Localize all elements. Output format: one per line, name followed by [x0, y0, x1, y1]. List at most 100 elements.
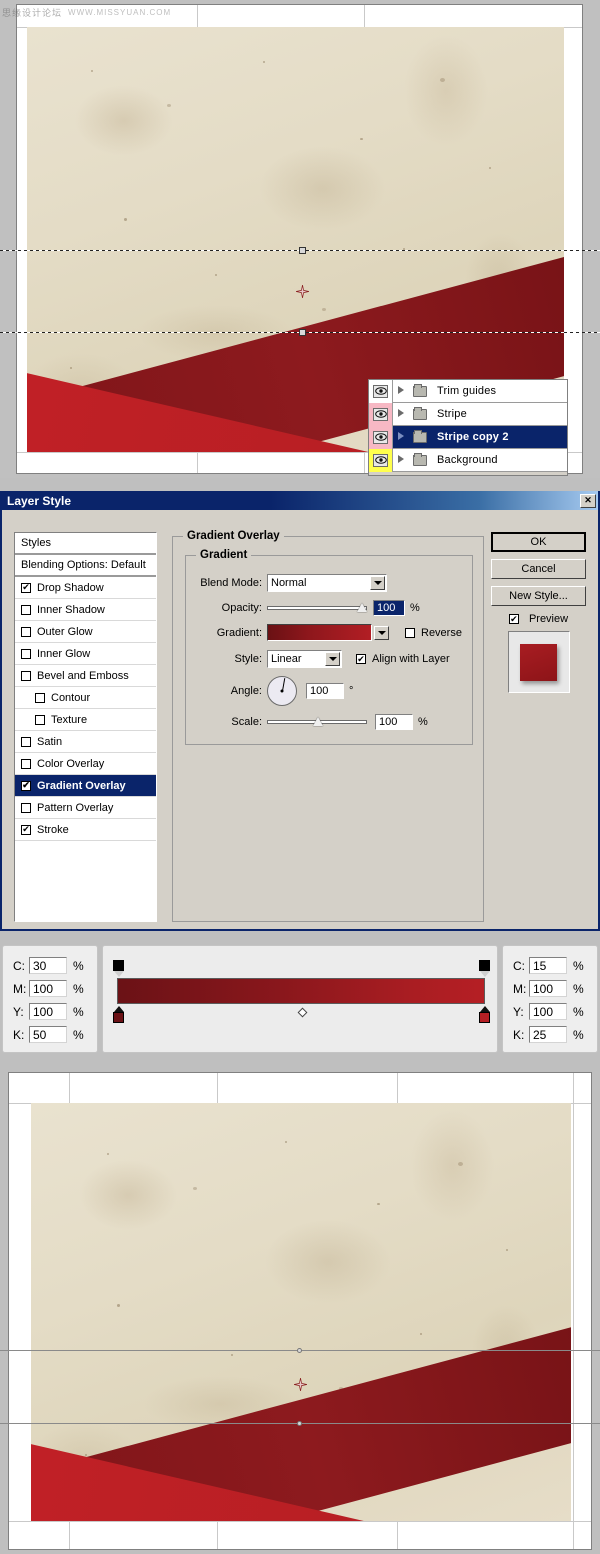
dialog-titlebar[interactable]: Layer Style ✕ [2, 491, 598, 510]
style-checkbox[interactable] [21, 604, 31, 615]
cmyk-input[interactable]: 25 [529, 1026, 567, 1043]
angle-input[interactable]: 100 [306, 683, 344, 699]
bottom-document-canvas [0, 1060, 600, 1554]
red-stripe-group [31, 1103, 571, 1521]
layer-row[interactable]: Background [369, 448, 567, 472]
gradient-editor [102, 945, 498, 1053]
gradient-group-title: Gradient [196, 549, 252, 561]
eye-icon [373, 453, 388, 467]
style-checkbox[interactable] [21, 648, 31, 659]
style-checkbox[interactable] [21, 582, 31, 593]
scale-unit: % [418, 716, 428, 728]
align-with-layer-checkbox[interactable] [356, 654, 366, 664]
style-row-inner-glow[interactable]: Inner Glow [15, 643, 156, 665]
blend-mode-select[interactable]: Normal [267, 574, 387, 592]
style-row-satin[interactable]: Satin [15, 731, 156, 753]
cmyk-input[interactable]: 100 [529, 980, 567, 997]
opacity-input[interactable]: 100 [373, 600, 405, 616]
new-style-button[interactable]: New Style... [491, 586, 586, 606]
cmyk-input[interactable]: 100 [29, 980, 67, 997]
opacity-slider[interactable] [267, 602, 367, 614]
reverse-checkbox[interactable] [405, 627, 415, 638]
transform-handle-top[interactable] [297, 1348, 302, 1353]
gradient-opacity-stop-end[interactable] [479, 960, 490, 977]
style-checkbox[interactable] [21, 758, 31, 769]
angle-dial[interactable] [267, 676, 297, 706]
expand-arrow-icon[interactable] [393, 408, 409, 420]
visibility-toggle[interactable] [369, 402, 393, 426]
style-checkbox[interactable] [21, 736, 31, 747]
gradient-color-stop-start[interactable] [113, 1006, 124, 1023]
ok-button[interactable]: OK [491, 532, 586, 552]
transform-handle-top[interactable] [299, 247, 306, 254]
close-icon[interactable]: ✕ [580, 493, 596, 508]
style-row-contour[interactable]: Contour [15, 687, 156, 709]
expand-arrow-icon[interactable] [393, 385, 409, 397]
style-row-gradient-overlay[interactable]: Gradient Overlay [15, 775, 156, 797]
guide-vertical [573, 1073, 574, 1549]
gradient-swatch[interactable] [267, 624, 372, 641]
style-row-stroke[interactable]: Stroke [15, 819, 156, 841]
scale-slider[interactable] [267, 716, 367, 728]
cancel-button[interactable]: Cancel [491, 559, 586, 579]
transform-handle-bottom[interactable] [297, 1421, 302, 1426]
style-row-outer-glow[interactable]: Outer Glow [15, 621, 156, 643]
scale-input[interactable]: 100 [375, 714, 413, 730]
stripe-light [31, 1428, 571, 1521]
cmyk-input[interactable]: 100 [529, 1003, 567, 1020]
layer-row[interactable]: Stripe [369, 402, 567, 426]
cmyk-input[interactable]: 30 [29, 957, 67, 974]
gradient-preview-bar[interactable] [117, 978, 485, 1004]
cmyk-label: M: [13, 981, 27, 996]
expand-arrow-icon[interactable] [393, 454, 409, 466]
chevron-down-icon[interactable] [325, 652, 340, 666]
cmyk-unit: % [573, 1004, 584, 1019]
style-row-inner-shadow[interactable]: Inner Shadow [15, 599, 156, 621]
transform-reference-point[interactable] [294, 1378, 307, 1391]
visibility-toggle[interactable] [369, 425, 393, 449]
watermark: 思缘设计论坛 WWW.MISSYUAN.COM [2, 6, 171, 19]
style-checkbox[interactable] [35, 692, 45, 703]
cmyk-unit: % [73, 981, 84, 996]
style-checkbox[interactable] [35, 714, 45, 725]
style-checkbox[interactable] [21, 802, 31, 813]
cmyk-channel-row: K: 25% [503, 1023, 597, 1046]
styles-list[interactable]: Styles Blending Options: Default Drop Sh… [14, 532, 157, 922]
cmyk-unit: % [573, 981, 584, 996]
preview-checkbox[interactable] [508, 614, 519, 624]
style-row-texture[interactable]: Texture [15, 709, 156, 731]
visibility-toggle[interactable] [369, 448, 393, 472]
chevron-down-icon[interactable] [370, 576, 385, 590]
paper-texture-artwork [31, 1103, 571, 1521]
expand-arrow-icon[interactable] [393, 431, 409, 443]
gradient-color-stop-end[interactable] [479, 1006, 490, 1023]
style-row-bevel-and-emboss[interactable]: Bevel and Emboss [15, 665, 156, 687]
style-row-drop-shadow[interactable]: Drop Shadow [15, 577, 156, 599]
cmyk-channel-row: Y: 100% [503, 1000, 597, 1023]
blending-options-row[interactable]: Blending Options: Default [15, 555, 156, 577]
style-checkbox[interactable] [21, 670, 31, 681]
style-select[interactable]: Linear [267, 650, 342, 668]
style-checkbox[interactable] [21, 824, 31, 835]
visibility-toggle[interactable] [369, 380, 393, 403]
gradient-midpoint[interactable] [297, 1007, 308, 1018]
cmyk-input[interactable]: 50 [29, 1026, 67, 1043]
blend-mode-label: Blend Mode: [200, 577, 262, 589]
transform-handle-bottom[interactable] [299, 329, 306, 336]
cmyk-label: Y: [13, 1004, 24, 1019]
cmyk-input[interactable]: 100 [29, 1003, 67, 1020]
cmyk-input[interactable]: 15 [529, 957, 567, 974]
style-label: Gradient Overlay [37, 779, 126, 792]
layer-row[interactable]: Stripe copy 2 [369, 425, 567, 449]
layer-row[interactable]: Trim guides [369, 380, 567, 403]
style-checkbox[interactable] [21, 780, 31, 791]
transform-reference-point[interactable] [296, 285, 309, 298]
style-checkbox[interactable] [21, 626, 31, 637]
preview-row[interactable]: Preview [491, 613, 586, 625]
cmyk-label: Y: [513, 1004, 524, 1019]
gradient-preset-chevron-icon[interactable] [374, 625, 389, 640]
style-row-pattern-overlay[interactable]: Pattern Overlay [15, 797, 156, 819]
stripe-dark [31, 1291, 571, 1521]
style-row-color-overlay[interactable]: Color Overlay [15, 753, 156, 775]
gradient-opacity-stop-start[interactable] [113, 960, 124, 977]
